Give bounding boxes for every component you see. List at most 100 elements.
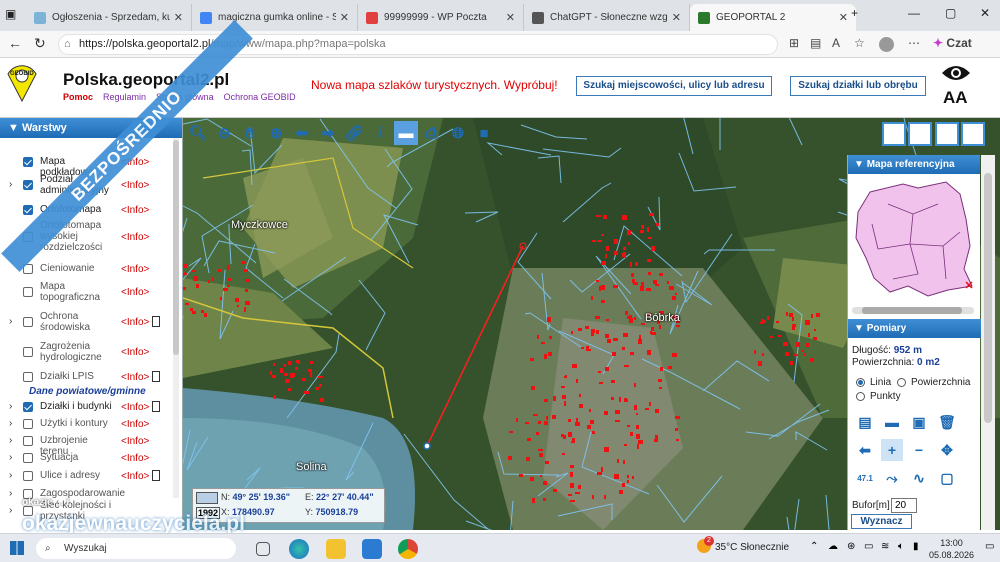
close-window-button[interactable]: ✕ — [980, 6, 990, 20]
reference-map-scrollbar[interactable] — [852, 307, 974, 314]
open-folder-icon[interactable]: ▬ — [881, 411, 903, 433]
trash-icon[interactable]: 🗑︎ — [936, 411, 958, 433]
bluetooth-icon[interactable]: ⊛ — [847, 541, 855, 552]
search-place-button[interactable]: Szukaj miejscowości, ulicy lub adresu — [576, 76, 772, 96]
weather-text[interactable]: 35°C Słonecznie — [715, 542, 789, 553]
layer-checkbox[interactable] — [23, 180, 33, 190]
volume-icon[interactable]: 🔈︎ — [898, 541, 904, 552]
layer-info-link[interactable]: <Info> — [121, 287, 149, 298]
layer-checkbox[interactable] — [23, 156, 33, 167]
expand-chevron-icon[interactable]: › — [9, 401, 12, 412]
task-view-icon[interactable] — [256, 542, 270, 556]
onedrive-icon[interactable]: ☁ — [828, 541, 838, 552]
scale-hint-icon[interactable]: 47.1 — [854, 467, 876, 489]
remove-point-icon[interactable]: − — [908, 439, 930, 461]
refresh-icon[interactable]: ↻ — [34, 35, 46, 52]
browser-tab[interactable]: GEOPORTAL 2 ✕ — [690, 4, 856, 31]
layer-checkbox[interactable] — [23, 287, 33, 297]
browser-tab[interactable]: 99999999 - WP Poczta ✕ — [358, 4, 524, 31]
reference-map-header[interactable]: ▼ Mapa referencyjna — [848, 155, 980, 174]
search-parcel-button[interactable]: Szukaj działki lub obrębu — [790, 76, 926, 96]
export-icon[interactable] — [935, 122, 959, 146]
expand-chevron-icon[interactable]: › — [9, 470, 12, 481]
layer-info-link[interactable]: <Info> — [121, 436, 149, 447]
compute-button[interactable]: Wyznacz — [851, 514, 912, 529]
radio-points[interactable] — [856, 392, 865, 401]
help-link[interactable]: Pomoc — [63, 92, 93, 102]
layer-info-link[interactable]: <Info> — [121, 453, 149, 464]
chrome-icon[interactable] — [398, 539, 418, 559]
zoom-out-icon[interactable]: ⊖ — [212, 121, 236, 145]
layer-checkbox[interactable] — [23, 204, 33, 215]
edge-icon[interactable] — [289, 539, 309, 559]
tab-close-icon[interactable]: ✕ — [672, 11, 681, 24]
terms-link[interactable]: Regulamin — [103, 92, 146, 102]
poland-reference-map[interactable] — [848, 174, 978, 299]
measure-header[interactable]: ▼ Pomiary — [848, 319, 981, 338]
expand-chevron-icon[interactable]: › — [9, 418, 12, 429]
legend-doc-icon[interactable] — [152, 370, 160, 382]
layer-row[interactable]: › Sytuacja <Info> — [0, 452, 172, 465]
layer-checkbox[interactable] — [23, 452, 33, 463]
url-field[interactable]: ⌂ https://polska.geoportal2.pl/map/www/ma… — [58, 34, 778, 55]
expand-chevron-icon[interactable]: › — [9, 316, 12, 327]
add-point-icon[interactable]: + — [881, 439, 903, 461]
tab-close-icon[interactable]: ✕ — [506, 11, 515, 24]
layer-row[interactable]: › Uzbrojenie terenu <Info> — [0, 435, 172, 458]
layer-checkbox[interactable] — [23, 470, 33, 481]
layer-row[interactable]: Zagrożenia hydrologiczne <Info> — [0, 341, 172, 365]
new-tab-button[interactable]: + — [851, 6, 858, 20]
back-arrow-icon[interactable]: ⬅︎ — [290, 121, 314, 145]
layer-info-link[interactable]: <Info> — [121, 471, 149, 482]
tab-close-icon[interactable]: ✕ — [340, 11, 349, 24]
legend-doc-icon[interactable] — [152, 469, 160, 481]
layer-checkbox[interactable] — [23, 418, 33, 429]
favorite-icon[interactable]: ☆ — [854, 36, 865, 50]
network-icon[interactable]: ▭ — [864, 541, 873, 552]
expand-chevron-icon[interactable]: › — [9, 452, 12, 463]
browser-tab[interactable]: Ogłoszenia - Sprzedam, kupię ✕ — [26, 4, 192, 31]
battery-icon[interactable]: ▮ — [913, 541, 919, 552]
layer-info-link[interactable]: <Info> — [121, 180, 149, 191]
layer-info-link[interactable]: <Info> — [121, 232, 149, 243]
tab-close-icon[interactable]: ✕ — [174, 11, 183, 24]
layer-checkbox[interactable] — [23, 371, 33, 382]
layer-info-link[interactable]: <Info> — [121, 205, 149, 216]
browser-tab[interactable]: ChatGPT - Słoneczne wzgórze ✕ — [524, 4, 690, 31]
3d-box-icon[interactable]: ▢ — [936, 467, 958, 489]
maximize-button[interactable]: ▢ — [945, 6, 956, 20]
clock[interactable]: 13:00 05.08.2026 — [929, 537, 974, 561]
layer-row[interactable]: › Ulice i adresy <Info> — [0, 469, 172, 483]
panel-toggle-icon[interactable] — [961, 122, 985, 146]
route-icon[interactable]: ⤳ — [881, 467, 903, 489]
expand-chevron-icon[interactable]: › — [9, 488, 12, 499]
chevron-up-icon[interactable]: ⌃ — [810, 541, 818, 552]
browser-tab[interactable]: magiczna gumka online - Szuk✕ — [192, 4, 358, 31]
layer-row[interactable]: Działki LPIS <Info> — [0, 370, 172, 384]
legend-doc-icon[interactable] — [152, 400, 160, 412]
expand-chevron-icon[interactable]: › — [9, 505, 12, 516]
expand-chevron-icon[interactable]: › — [9, 179, 12, 190]
undo-arrow-icon[interactable]: ⬅︎ — [854, 439, 876, 461]
radio-line[interactable] — [856, 378, 865, 387]
video-icon[interactable]: ■ — [472, 121, 496, 145]
taskbar-search[interactable]: ⌕ Wyszukaj — [36, 538, 236, 559]
promo-link[interactable]: Nowa mapa szlaków turystycznych. Wypróbu… — [311, 78, 558, 92]
layer-info-link[interactable]: <Info> — [121, 402, 149, 413]
tab-menu-icon[interactable]: ▣ — [5, 7, 16, 21]
layer-checkbox[interactable] — [23, 401, 33, 412]
layer-row[interactable]: › Ochrona środowiska <Info> — [0, 311, 172, 335]
zoom-in-icon[interactable]: 🔍︎ — [186, 121, 210, 145]
layer-info-link[interactable]: <Info> — [121, 317, 149, 328]
layout-full-icon[interactable] — [882, 122, 906, 146]
layer-checkbox[interactable] — [23, 317, 33, 327]
zoom-extent-icon[interactable]: ⊕ — [264, 121, 288, 145]
pan-hand-icon[interactable]: ✋︎ — [238, 121, 262, 145]
minimize-button[interactable]: — — [908, 6, 920, 20]
forward-arrow-icon[interactable]: ➡︎ — [316, 121, 340, 145]
profile-wave-icon[interactable]: ∿ — [908, 467, 930, 489]
start-windows-icon[interactable] — [10, 541, 24, 555]
read-aloud-icon[interactable]: A — [832, 36, 840, 50]
geobid-link[interactable]: Ochrona GEOBID — [224, 92, 296, 102]
tab-close-icon[interactable]: ✕ — [839, 11, 848, 24]
